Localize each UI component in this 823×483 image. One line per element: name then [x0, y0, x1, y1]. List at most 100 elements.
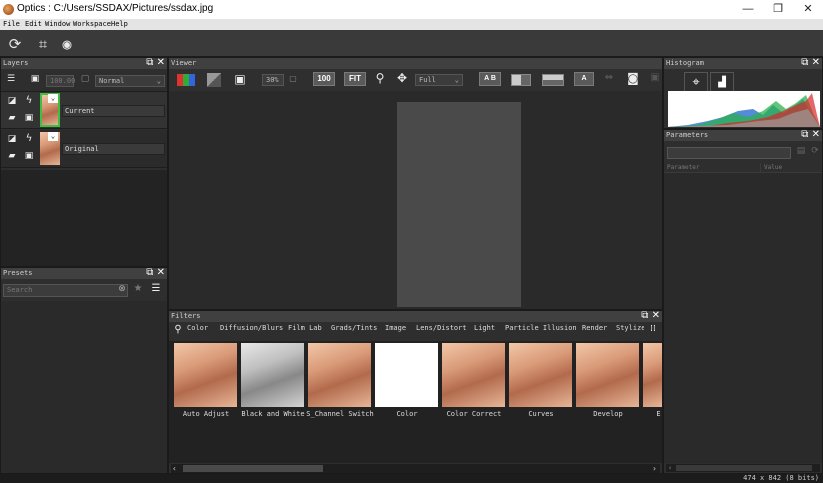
search-icon[interactable]: ⚲	[172, 324, 184, 336]
undock-icon[interactable]: ⧉	[641, 310, 648, 321]
camera-icon[interactable]: ◙	[624, 71, 642, 87]
layer-blend-icon[interactable]: ▣	[23, 113, 35, 125]
snapshot-icon[interactable]: ▣	[649, 72, 661, 88]
layer-name-original[interactable]: Original	[62, 143, 165, 155]
tab-stylize[interactable]: Stylize	[616, 324, 644, 332]
layer-mask-icon[interactable]: ▰	[6, 113, 18, 125]
undock-icon[interactable]: ⧉	[146, 57, 153, 68]
layers-panel: Layers ⧉ ✕ ☰ ▣ 100.00 ▢ Normal ⌄ ◪ ϟ ▰ ▣…	[0, 57, 168, 267]
menu-help[interactable]: Help	[111, 20, 128, 28]
tab-diffusion-blurs[interactable]: Diffusion/Blurs	[220, 324, 283, 332]
close-panel-icon[interactable]: ✕	[812, 129, 820, 140]
zoom-lock-icon[interactable]: ▢	[287, 74, 299, 86]
minimize-button[interactable]: —	[734, 2, 762, 17]
menu-edit[interactable]: Edit	[25, 20, 42, 28]
compare-a-icon[interactable]: A	[574, 72, 594, 86]
layer-mask-icon[interactable]: ▰	[6, 151, 18, 163]
undock-icon[interactable]: ⧉	[146, 267, 153, 278]
filter-thumb-black-and-white[interactable]	[241, 343, 304, 407]
layer-row-current[interactable]: ◪ ϟ ▰ ▣ ⌄ Current	[1, 91, 167, 129]
clear-search-icon[interactable]: ⊗	[116, 284, 128, 296]
ab-compare-button[interactable]: A B	[479, 72, 501, 86]
parameters-scrollbar[interactable]: ‹	[666, 464, 820, 472]
scroll-right-icon[interactable]: ›	[652, 464, 660, 473]
filter-thumb-s-channel-switch[interactable]	[308, 343, 371, 407]
save-preset-icon[interactable]: ▤	[795, 146, 807, 158]
filters-title: Filters	[171, 312, 201, 320]
fit-button[interactable]: FIT	[344, 72, 366, 86]
tab-grads-tints[interactable]: Grads/Tints	[331, 324, 377, 332]
lightning-icon[interactable]: ϟ	[23, 95, 35, 107]
preset-name-field[interactable]	[667, 147, 791, 159]
split-view-icon[interactable]	[511, 74, 531, 86]
scroll-left-icon[interactable]: ‹	[172, 464, 180, 473]
menu-workspace[interactable]: Workspace	[73, 20, 111, 28]
close-panel-icon[interactable]: ✕	[812, 57, 820, 68]
undock-icon[interactable]: ⧉	[801, 57, 808, 68]
scroll-left-icon[interactable]: ‹	[668, 464, 674, 472]
opacity-lock-icon[interactable]: ▢	[79, 74, 91, 86]
rgb-channels-icon[interactable]	[177, 74, 195, 86]
grayscale-icon[interactable]	[207, 73, 221, 87]
zoom-field[interactable]: 30%	[262, 74, 284, 86]
layer-visibility-icon[interactable]: ◪	[6, 134, 18, 146]
tab-lens-distort[interactable]: Lens/Distort	[416, 324, 467, 332]
split-horizontal-icon[interactable]	[542, 74, 564, 86]
tab-color[interactable]: Color	[187, 324, 208, 332]
filter-tabs: ⚲ Color Diffusion/Blurs Film Lab Grads/T…	[169, 324, 662, 338]
refresh-icon[interactable]: ⟳	[5, 34, 25, 54]
tab-image[interactable]: Image	[385, 324, 406, 332]
menu-window[interactable]: Window	[45, 20, 70, 28]
scrollbar-thumb[interactable]	[676, 465, 812, 471]
layers-menu-icon[interactable]: ☰	[5, 74, 17, 86]
parameters-list	[664, 173, 822, 463]
grid-view-icon[interactable]: ⁞⁞	[647, 324, 659, 336]
crop-icon[interactable]: ⌗	[33, 34, 53, 54]
filter-gallery: Auto Adjust Black and White S_Channel Sw…	[169, 341, 662, 463]
layer-visibility-icon[interactable]: ◪	[6, 96, 18, 108]
close-panel-icon[interactable]: ✕	[157, 267, 165, 278]
filters-scrollbar[interactable]: ‹ ›	[171, 464, 660, 473]
chevron-down-icon[interactable]: ⌄	[48, 94, 58, 103]
rotate-view-icon[interactable]: ◉	[57, 34, 77, 54]
filter-thumb-color-correct[interactable]	[442, 343, 505, 407]
swap-icon[interactable]: ⇔	[603, 72, 615, 88]
chevron-down-icon: ⌄	[454, 76, 459, 84]
tab-particle-illusion[interactable]: Particle Illusion	[505, 324, 577, 332]
histogram-header: Histogram ⧉ ✕	[664, 57, 822, 69]
opacity-field[interactable]: 100.00	[46, 75, 75, 87]
view-mode-select[interactable]: Full ⌄	[415, 74, 463, 86]
layer-row-original[interactable]: ◪ ϟ ▰ ▣ ⌄ Original	[1, 130, 167, 168]
lightning-icon[interactable]: ϟ	[23, 133, 35, 145]
filter-thumb-partial[interactable]	[643, 343, 662, 407]
tab-light[interactable]: Light	[474, 324, 495, 332]
presets-menu-icon[interactable]: ☰	[150, 283, 162, 295]
layer-blend-icon[interactable]: ▣	[23, 151, 35, 163]
viewer-panel: Viewer ▣ 30% ▢ 100 FIT ⚲ ✥ Full ⌄ A B A …	[168, 57, 663, 310]
presets-search-input[interactable]: Search	[3, 284, 128, 297]
filter-thumb-auto-adjust[interactable]	[174, 343, 237, 407]
frame-icon[interactable]: ▣	[232, 72, 248, 88]
tab-render[interactable]: Render	[582, 324, 607, 332]
image-canvas[interactable]	[397, 102, 521, 307]
star-icon[interactable]: ★	[132, 283, 144, 295]
filter-thumb-develop[interactable]	[576, 343, 639, 407]
tab-film-lab[interactable]: Film Lab	[288, 324, 322, 332]
restore-button[interactable]: ❐	[764, 2, 792, 17]
mask-icon[interactable]: ▣	[29, 74, 41, 86]
close-panel-icon[interactable]: ✕	[652, 310, 660, 321]
menu-file[interactable]: File	[3, 20, 20, 28]
filter-thumb-color[interactable]	[375, 343, 438, 407]
search-icon[interactable]: ⚲	[373, 71, 387, 87]
zoom-100-button[interactable]: 100	[313, 72, 335, 86]
blend-mode-select[interactable]: Normal ⌄	[95, 75, 165, 87]
scrollbar-thumb[interactable]	[183, 465, 323, 472]
close-panel-icon[interactable]: ✕	[157, 57, 165, 68]
pan-icon[interactable]: ✥	[395, 71, 409, 87]
undock-icon[interactable]: ⧉	[801, 129, 808, 140]
reset-icon[interactable]: ⟳	[809, 146, 821, 158]
filter-thumb-curves[interactable]	[509, 343, 572, 407]
layer-name-current[interactable]: Current	[62, 105, 165, 117]
close-button[interactable]: ✕	[794, 2, 822, 17]
chevron-down-icon[interactable]: ⌄	[48, 132, 58, 141]
